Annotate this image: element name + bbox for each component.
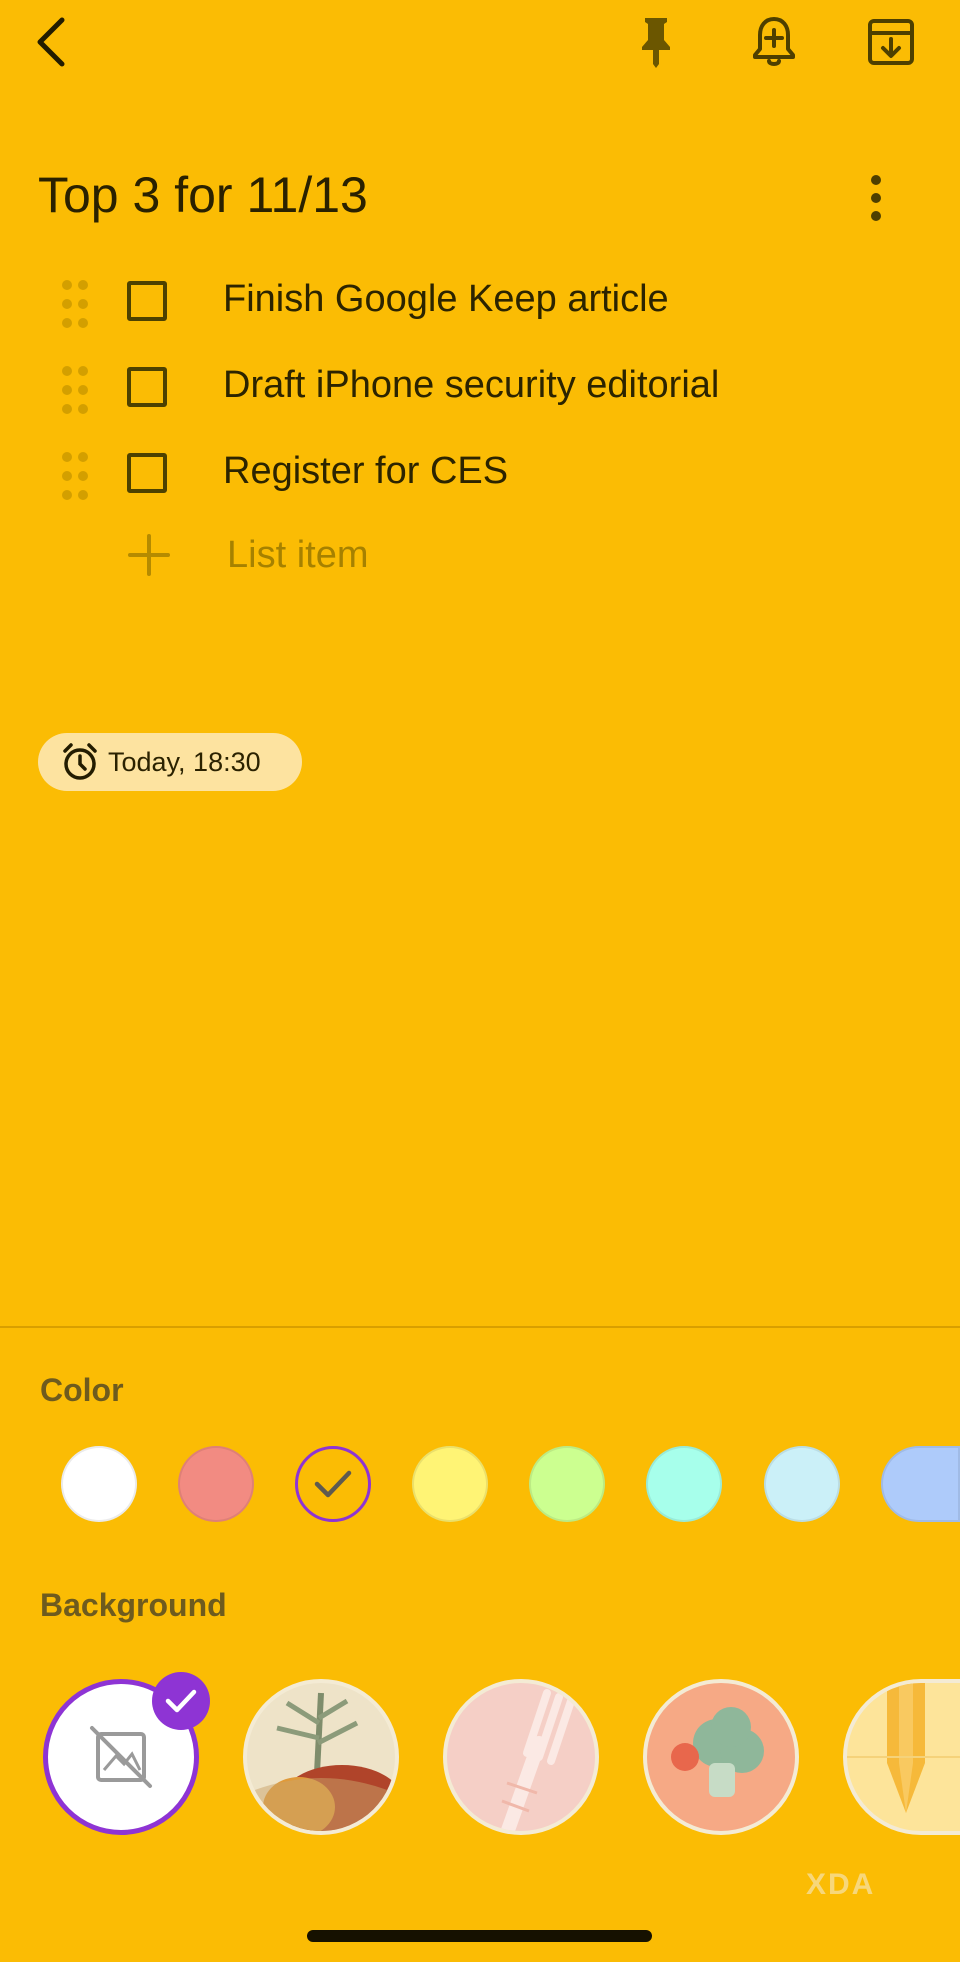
fork-illustration-icon — [500, 1689, 575, 1831]
color-swatch-yellow[interactable] — [295, 1446, 371, 1522]
groceries-illustration-icon — [247, 1692, 395, 1831]
color-section-label: Color — [40, 1372, 124, 1408]
more-vert-icon — [871, 175, 881, 221]
item-checkbox[interactable] — [127, 367, 167, 407]
drag-handle-icon[interactable] — [60, 364, 90, 416]
item-checkbox[interactable] — [127, 281, 167, 321]
item-label[interactable]: Draft iPhone security editorial — [223, 364, 719, 407]
home-indicator[interactable] — [307, 1930, 652, 1942]
more-options-button[interactable] — [856, 170, 896, 226]
archive-button[interactable] — [863, 14, 919, 70]
drag-handle-icon[interactable] — [60, 450, 90, 502]
list-item-placeholder[interactable]: List item — [227, 534, 368, 577]
reminder-chip[interactable]: Today, 18:30 — [38, 733, 302, 791]
broccoli-illustration-icon — [671, 1707, 764, 1797]
alarm-clock-icon — [63, 743, 97, 780]
sheet-divider — [0, 1326, 960, 1328]
pencil-illustration-icon — [847, 1683, 960, 1813]
check-icon — [165, 1689, 197, 1713]
note-title[interactable]: Top 3 for 11/13 — [38, 166, 368, 224]
color-swatch-white[interactable] — [61, 1446, 137, 1522]
reminder-text: Today, 18:30 — [108, 746, 261, 777]
item-checkbox[interactable] — [127, 453, 167, 493]
pin-button[interactable] — [628, 14, 684, 70]
background-groceries[interactable] — [243, 1679, 399, 1835]
color-swatch-teal[interactable] — [646, 1446, 722, 1522]
drag-handle-icon[interactable] — [60, 278, 90, 330]
background-recipes[interactable] — [643, 1679, 799, 1835]
checklist-item[interactable]: Draft iPhone security editorial — [0, 346, 960, 426]
selected-badge — [152, 1672, 210, 1730]
xda-watermark: XDA — [806, 1868, 876, 1901]
color-swatch-red[interactable] — [178, 1446, 254, 1522]
back-button[interactable] — [24, 14, 80, 70]
color-swatch-light-yellow[interactable] — [412, 1446, 488, 1522]
color-swatch-green[interactable] — [529, 1446, 605, 1522]
back-arrow-icon — [37, 17, 65, 67]
color-swatch-blue[interactable] — [881, 1446, 960, 1522]
add-reminder-icon — [753, 17, 795, 66]
background-notes[interactable] — [843, 1679, 960, 1835]
add-list-item[interactable]: List item — [0, 516, 960, 596]
background-food[interactable] — [443, 1679, 599, 1835]
reminder-button[interactable] — [746, 14, 802, 70]
checklist-item[interactable]: Register for CES — [0, 432, 960, 512]
checklist-item[interactable]: Finish Google Keep article — [0, 260, 960, 340]
check-icon — [314, 1470, 352, 1498]
plus-icon — [128, 534, 170, 576]
item-label[interactable]: Finish Google Keep article — [223, 278, 669, 321]
color-swatch-light-blue[interactable] — [764, 1446, 840, 1522]
pin-icon — [642, 18, 670, 68]
background-section-label: Background — [40, 1587, 227, 1623]
item-label[interactable]: Register for CES — [223, 450, 508, 493]
archive-icon — [868, 19, 914, 65]
